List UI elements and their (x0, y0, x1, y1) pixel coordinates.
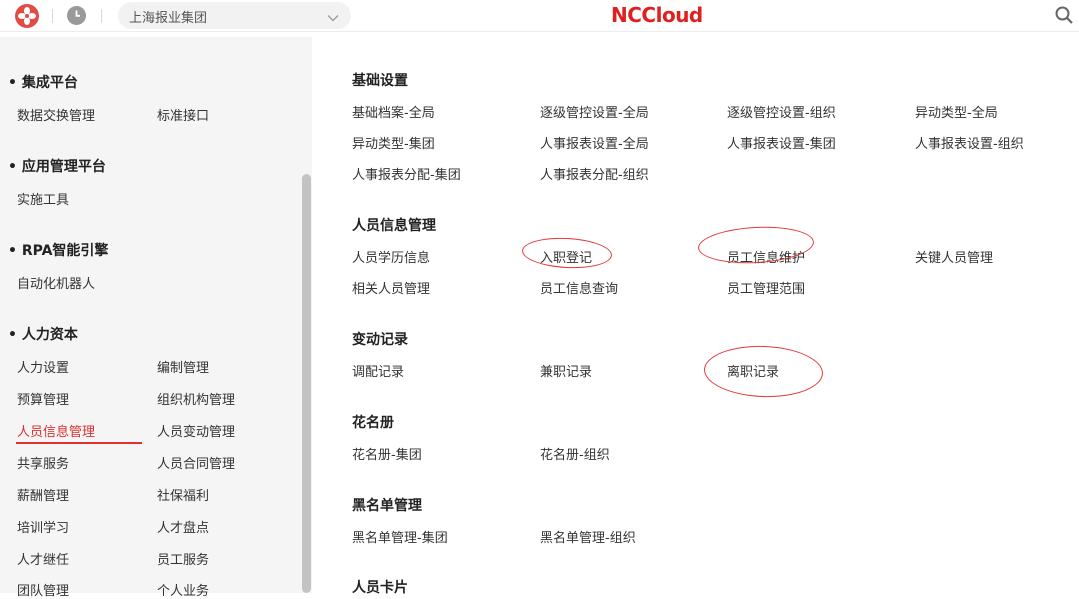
sidebar-item[interactable]: 员工服务 (157, 549, 209, 568)
menu-link[interactable]: 兼职记录 (540, 361, 592, 380)
sidebar-item[interactable]: 数据交换管理 (17, 105, 95, 124)
menu-link[interactable]: 黑名单管理-组织 (540, 527, 636, 546)
sidebar-group-title: • 人力资本 (8, 327, 78, 343)
sidebar-item[interactable]: 共享服务 (17, 453, 69, 472)
sidebar-group-title: • RPA智能引擎 (8, 243, 109, 259)
brand-logo: NCCloud (611, 3, 703, 27)
sidebar-item[interactable]: 自动化机器人 (17, 273, 95, 292)
divider (52, 9, 53, 23)
sidebar-item[interactable]: 个人业务 (157, 580, 209, 599)
sidebar-item[interactable]: 人才盘点 (157, 517, 209, 536)
sidebar-item[interactable]: 人才继任 (17, 549, 69, 568)
sidebar-item[interactable]: 人员合同管理 (157, 453, 235, 472)
menu-link[interactable]: 调配记录 (352, 361, 404, 380)
section-title: 黑名单管理 (352, 498, 422, 514)
menu-link[interactable]: 基础档案-全局 (352, 102, 435, 121)
section-title: 花名册 (352, 415, 394, 431)
menu-link[interactable]: 花名册-组织 (540, 444, 610, 463)
section-title: 人员卡片 (352, 580, 408, 596)
menu-link[interactable]: 人事报表设置-组织 (915, 133, 1024, 152)
section-title: 基础设置 (352, 73, 408, 89)
clock-icon[interactable] (67, 6, 86, 25)
sidebar-item[interactable]: 组织机构管理 (157, 389, 235, 408)
sidebar-item[interactable]: 培训学习 (17, 517, 69, 536)
menu-link[interactable]: 人事报表分配-集团 (352, 164, 461, 183)
menu-link[interactable]: 逐级管控设置-组织 (727, 102, 836, 121)
sidebar-group-title: • 集成平台 (8, 75, 78, 91)
sidebar-item[interactable]: 薪酬管理 (17, 485, 69, 504)
divider (101, 9, 102, 23)
sidebar-item[interactable]: 团队管理 (17, 580, 69, 599)
sidebar-item[interactable]: 人力设置 (17, 357, 69, 376)
menu-link[interactable]: 异动类型-集团 (352, 133, 435, 152)
menu-link[interactable]: 逐级管控设置-全局 (540, 102, 649, 121)
org-selector-value: 上海报业集团 (129, 11, 208, 26)
section-title: 变动记录 (352, 332, 408, 348)
sidebar-item[interactable]: 编制管理 (157, 357, 209, 376)
section-title: 人员信息管理 (352, 218, 436, 234)
sidebar-scrollbar[interactable] (302, 174, 311, 593)
top-bar: 上海报业集团 NCCloud (0, 0, 1079, 32)
menu-link[interactable]: 离职记录 (727, 361, 779, 380)
sidebar-group-title: • 应用管理平台 (8, 159, 106, 175)
menu-link[interactable]: 关键人员管理 (915, 247, 993, 266)
app-logo-icon[interactable] (15, 4, 39, 28)
sidebar-item-active[interactable]: 人员信息管理 (17, 421, 95, 440)
menu-link[interactable]: 人事报表设置-集团 (727, 133, 836, 152)
search-icon[interactable] (1054, 5, 1074, 29)
menu-link[interactable]: 员工信息维护 (727, 247, 805, 266)
org-selector[interactable]: 上海报业集团 (118, 2, 351, 29)
menu-link[interactable]: 人事报表分配-组织 (540, 164, 649, 183)
menu-link[interactable]: 异动类型-全局 (915, 102, 998, 121)
menu-link[interactable]: 员工信息查询 (540, 278, 618, 297)
sidebar-item[interactable]: 预算管理 (17, 389, 69, 408)
sidebar-item[interactable]: 社保福利 (157, 485, 209, 504)
menu-link[interactable]: 花名册-集团 (352, 444, 422, 463)
menu-link[interactable]: 入职登记 (540, 247, 592, 266)
menu-link[interactable]: 人员学历信息 (352, 247, 430, 266)
menu-link[interactable]: 黑名单管理-集团 (352, 527, 448, 546)
sidebar-item[interactable]: 实施工具 (17, 189, 69, 208)
active-indicator (16, 442, 142, 444)
menu-link[interactable]: 相关人员管理 (352, 278, 430, 297)
sidebar-item[interactable]: 人员变动管理 (157, 421, 235, 440)
menu-link[interactable]: 员工管理范围 (727, 278, 805, 297)
chevron-down-icon (327, 9, 339, 28)
menu-link[interactable]: 人事报表设置-全局 (540, 133, 649, 152)
sidebar-item[interactable]: 标准接口 (157, 105, 209, 124)
